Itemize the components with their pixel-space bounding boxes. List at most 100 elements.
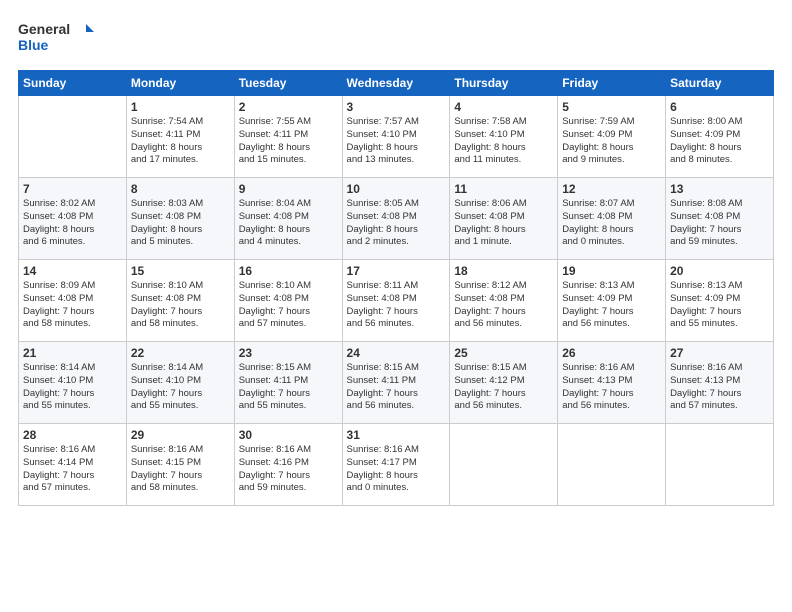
day-number: 20 <box>670 264 769 278</box>
calendar: SundayMondayTuesdayWednesdayThursdayFrid… <box>18 70 774 506</box>
day-number: 21 <box>23 346 122 360</box>
day-info: Sunrise: 7:58 AM Sunset: 4:10 PM Dayligh… <box>454 116 553 167</box>
calendar-cell: 24 Sunrise: 8:15 AM Sunset: 4:11 PM Dayli… <box>342 342 450 424</box>
calendar-cell: 7 Sunrise: 8:02 AM Sunset: 4:08 PM Daylig… <box>19 178 127 260</box>
calendar-cell: 4Sunrise: 7:58 AM Sunset: 4:10 PM Daylig… <box>450 96 558 178</box>
calendar-cell: 20Sunrise: 8:13 AM Sunset: 4:09 PM Dayli… <box>666 260 774 342</box>
calendar-cell: 6Sunrise: 8:00 AM Sunset: 4:09 PM Daylig… <box>666 96 774 178</box>
day-number: 7 <box>23 182 122 196</box>
day-number: 3 <box>347 100 446 114</box>
day-info: Sunrise: 8:16 AM Sunset: 4:17 PM Dayligh… <box>347 444 446 495</box>
calendar-cell: 19Sunrise: 8:13 AM Sunset: 4:09 PM Dayli… <box>558 260 666 342</box>
day-number: 11 <box>454 182 553 196</box>
calendar-cell: 30 Sunrise: 8:16 AM Sunset: 4:16 PM Dayli… <box>234 424 342 506</box>
day-number: 24 <box>347 346 446 360</box>
day-number: 1 <box>131 100 230 114</box>
calendar-cell <box>450 424 558 506</box>
day-info: Sunrise: 8:11 AM Sunset: 4:08 PM Dayligh… <box>347 280 446 331</box>
calendar-cell: 3 Sunrise: 7:57 AM Sunset: 4:10 PM Daylig… <box>342 96 450 178</box>
day-info: Sunrise: 8:14 AM Sunset: 4:10 PM Dayligh… <box>23 362 122 413</box>
day-info: Sunrise: 8:06 AM Sunset: 4:08 PM Dayligh… <box>454 198 553 249</box>
weekday-header-row: SundayMondayTuesdayWednesdayThursdayFrid… <box>19 71 774 96</box>
header: General Blue <box>18 18 774 60</box>
svg-text:General: General <box>18 21 70 37</box>
calendar-cell: 11 Sunrise: 8:06 AM Sunset: 4:08 PM Dayli… <box>450 178 558 260</box>
weekday-header-thursday: Thursday <box>450 71 558 96</box>
day-number: 13 <box>670 182 769 196</box>
day-number: 27 <box>670 346 769 360</box>
weekday-header-wednesday: Wednesday <box>342 71 450 96</box>
week-row-3: 21 Sunrise: 8:14 AM Sunset: 4:10 PM Dayli… <box>19 342 774 424</box>
week-row-4: 28Sunrise: 8:16 AM Sunset: 4:14 PM Dayli… <box>19 424 774 506</box>
day-info: Sunrise: 8:16 AM Sunset: 4:13 PM Dayligh… <box>562 362 661 413</box>
svg-text:Blue: Blue <box>18 37 49 53</box>
day-info: Sunrise: 8:02 AM Sunset: 4:08 PM Dayligh… <box>23 198 122 249</box>
day-info: Sunrise: 8:04 AM Sunset: 4:08 PM Dayligh… <box>239 198 338 249</box>
calendar-cell: 31 Sunrise: 8:16 AM Sunset: 4:17 PM Dayli… <box>342 424 450 506</box>
weekday-header-sunday: Sunday <box>19 71 127 96</box>
calendar-cell: 8 Sunrise: 8:03 AM Sunset: 4:08 PM Daylig… <box>126 178 234 260</box>
week-row-2: 14 Sunrise: 8:09 AM Sunset: 4:08 PM Dayli… <box>19 260 774 342</box>
day-number: 16 <box>239 264 338 278</box>
day-number: 17 <box>347 264 446 278</box>
logo: General Blue <box>18 18 98 60</box>
day-info: Sunrise: 8:16 AM Sunset: 4:13 PM Dayligh… <box>670 362 769 413</box>
week-row-0: 1 Sunrise: 7:54 AM Sunset: 4:11 PM Daylig… <box>19 96 774 178</box>
calendar-cell: 9 Sunrise: 8:04 AM Sunset: 4:08 PM Daylig… <box>234 178 342 260</box>
calendar-cell: 23 Sunrise: 8:15 AM Sunset: 4:11 PM Dayli… <box>234 342 342 424</box>
day-info: Sunrise: 8:10 AM Sunset: 4:08 PM Dayligh… <box>131 280 230 331</box>
calendar-cell: 10 Sunrise: 8:05 AM Sunset: 4:08 PM Dayli… <box>342 178 450 260</box>
day-info: Sunrise: 7:55 AM Sunset: 4:11 PM Dayligh… <box>239 116 338 167</box>
day-info: Sunrise: 7:54 AM Sunset: 4:11 PM Dayligh… <box>131 116 230 167</box>
day-info: Sunrise: 8:15 AM Sunset: 4:11 PM Dayligh… <box>239 362 338 413</box>
day-number: 2 <box>239 100 338 114</box>
day-number: 10 <box>347 182 446 196</box>
day-info: Sunrise: 8:16 AM Sunset: 4:16 PM Dayligh… <box>239 444 338 495</box>
day-info: Sunrise: 8:00 AM Sunset: 4:09 PM Dayligh… <box>670 116 769 167</box>
calendar-cell: 25 Sunrise: 8:15 AM Sunset: 4:12 PM Dayli… <box>450 342 558 424</box>
calendar-cell: 17 Sunrise: 8:11 AM Sunset: 4:08 PM Dayli… <box>342 260 450 342</box>
calendar-cell: 13 Sunrise: 8:08 AM Sunset: 4:08 PM Dayli… <box>666 178 774 260</box>
calendar-cell: 22Sunrise: 8:14 AM Sunset: 4:10 PM Dayli… <box>126 342 234 424</box>
calendar-cell <box>666 424 774 506</box>
day-info: Sunrise: 7:59 AM Sunset: 4:09 PM Dayligh… <box>562 116 661 167</box>
day-number: 23 <box>239 346 338 360</box>
day-number: 30 <box>239 428 338 442</box>
day-number: 26 <box>562 346 661 360</box>
logo-svg: General Blue <box>18 18 98 60</box>
calendar-cell: 21 Sunrise: 8:14 AM Sunset: 4:10 PM Dayli… <box>19 342 127 424</box>
day-info: Sunrise: 8:08 AM Sunset: 4:08 PM Dayligh… <box>670 198 769 249</box>
day-info: Sunrise: 8:05 AM Sunset: 4:08 PM Dayligh… <box>347 198 446 249</box>
day-info: Sunrise: 8:15 AM Sunset: 4:12 PM Dayligh… <box>454 362 553 413</box>
day-number: 25 <box>454 346 553 360</box>
week-row-1: 7 Sunrise: 8:02 AM Sunset: 4:08 PM Daylig… <box>19 178 774 260</box>
calendar-cell: 28Sunrise: 8:16 AM Sunset: 4:14 PM Dayli… <box>19 424 127 506</box>
weekday-header-tuesday: Tuesday <box>234 71 342 96</box>
day-info: Sunrise: 8:15 AM Sunset: 4:11 PM Dayligh… <box>347 362 446 413</box>
day-number: 15 <box>131 264 230 278</box>
calendar-cell: 2 Sunrise: 7:55 AM Sunset: 4:11 PM Daylig… <box>234 96 342 178</box>
day-number: 14 <box>23 264 122 278</box>
day-info: Sunrise: 8:07 AM Sunset: 4:08 PM Dayligh… <box>562 198 661 249</box>
day-number: 12 <box>562 182 661 196</box>
calendar-cell: 15 Sunrise: 8:10 AM Sunset: 4:08 PM Dayli… <box>126 260 234 342</box>
calendar-cell: 14 Sunrise: 8:09 AM Sunset: 4:08 PM Dayli… <box>19 260 127 342</box>
day-number: 5 <box>562 100 661 114</box>
day-number: 9 <box>239 182 338 196</box>
page: General Blue SundayMondayTuesdayWednesda… <box>0 0 792 612</box>
day-number: 28 <box>23 428 122 442</box>
day-info: Sunrise: 8:03 AM Sunset: 4:08 PM Dayligh… <box>131 198 230 249</box>
day-number: 18 <box>454 264 553 278</box>
calendar-cell: 5 Sunrise: 7:59 AM Sunset: 4:09 PM Daylig… <box>558 96 666 178</box>
calendar-cell: 27 Sunrise: 8:16 AM Sunset: 4:13 PM Dayli… <box>666 342 774 424</box>
calendar-cell: 16Sunrise: 8:10 AM Sunset: 4:08 PM Dayli… <box>234 260 342 342</box>
day-number: 31 <box>347 428 446 442</box>
day-info: Sunrise: 8:16 AM Sunset: 4:15 PM Dayligh… <box>131 444 230 495</box>
weekday-header-friday: Friday <box>558 71 666 96</box>
day-number: 22 <box>131 346 230 360</box>
day-info: Sunrise: 8:12 AM Sunset: 4:08 PM Dayligh… <box>454 280 553 331</box>
day-number: 8 <box>131 182 230 196</box>
day-info: Sunrise: 8:09 AM Sunset: 4:08 PM Dayligh… <box>23 280 122 331</box>
day-info: Sunrise: 7:57 AM Sunset: 4:10 PM Dayligh… <box>347 116 446 167</box>
calendar-cell <box>19 96 127 178</box>
